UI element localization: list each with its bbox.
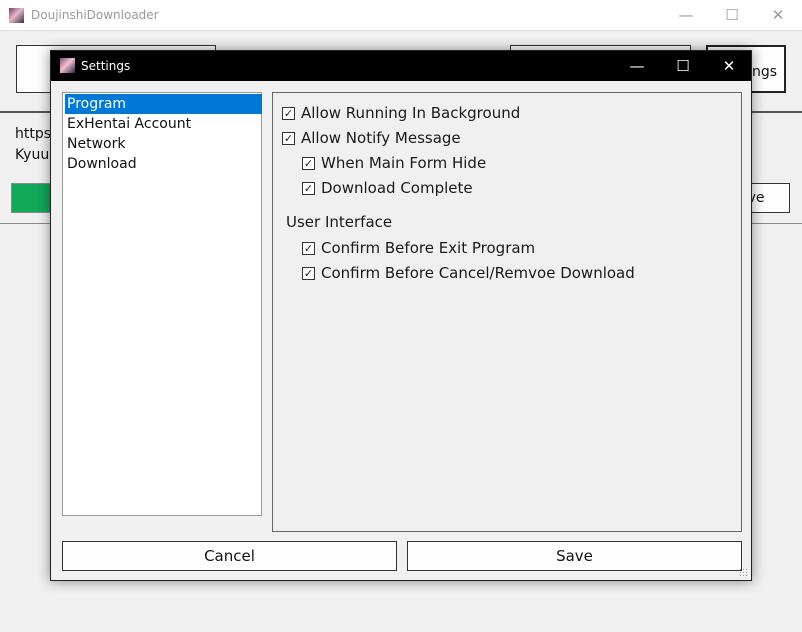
user-interface-heading: User Interface [286,213,393,231]
check-icon: ✓ [302,266,315,280]
app-icon [9,8,24,23]
check-icon: ✓ [302,181,315,195]
category-item-exhentai-account[interactable]: ExHentai Account [65,114,262,134]
maximize-icon[interactable]: ☐ [660,51,706,81]
save-button[interactable]: Save [407,541,742,571]
minimize-icon[interactable]: — [614,51,660,81]
when-main-form-hide-label: When Main Form Hide [321,154,487,172]
allow-notify-message-checkbox[interactable]: ✓ Allow Notify Message [282,128,461,148]
category-item-program[interactable]: Program [65,94,262,114]
close-icon[interactable]: ✕ [706,51,752,81]
check-icon: ✓ [282,131,295,145]
download-name: Kyuu [15,147,50,163]
allow-notify-message-label: Allow Notify Message [301,129,461,147]
cancel-button[interactable]: Cancel [62,541,397,571]
confirm-before-cancel-label: Confirm Before Cancel/Remvoe Download [321,264,635,282]
main-window-title: DoujinshiDownloader [31,8,159,22]
minimize-icon[interactable]: — [663,0,709,30]
settings-title: Settings [81,59,131,73]
confirm-before-exit-label: Confirm Before Exit Program [321,239,536,257]
when-main-form-hide-checkbox[interactable]: ✓ When Main Form Hide [302,153,486,173]
settings-panel: ✓ Allow Running In Background ✓ Allow No… [272,92,742,532]
category-list[interactable]: Program ExHentai Account Network Downloa… [62,92,262,516]
check-icon: ✓ [282,106,295,120]
settings-button-label: ngs [752,64,778,80]
confirm-before-cancel-checkbox[interactable]: ✓ Confirm Before Cancel/Remvoe Download [302,263,635,283]
allow-running-background-label: Allow Running In Background [301,104,521,122]
download-complete-checkbox[interactable]: ✓ Download Complete [302,178,473,198]
category-item-network[interactable]: Network [65,134,262,154]
confirm-before-exit-checkbox[interactable]: ✓ Confirm Before Exit Program [302,238,535,258]
download-complete-label: Download Complete [321,179,473,197]
resize-grip-icon[interactable] [739,568,749,578]
maximize-icon[interactable]: ☐ [709,0,755,30]
settings-app-icon [60,58,75,73]
check-icon: ✓ [302,241,315,255]
settings-dialog: Settings — ☐ ✕ Program ExHentai Account … [50,50,752,581]
settings-title-bar: Settings — ☐ ✕ [51,51,751,81]
allow-running-background-checkbox[interactable]: ✓ Allow Running In Background [282,103,520,123]
main-title-bar: DoujinshiDownloader — ☐ ✕ [0,0,802,31]
check-icon: ✓ [302,156,315,170]
close-icon[interactable]: ✕ [755,0,801,30]
download-progress-bar [11,183,51,213]
category-item-download[interactable]: Download [65,154,262,174]
